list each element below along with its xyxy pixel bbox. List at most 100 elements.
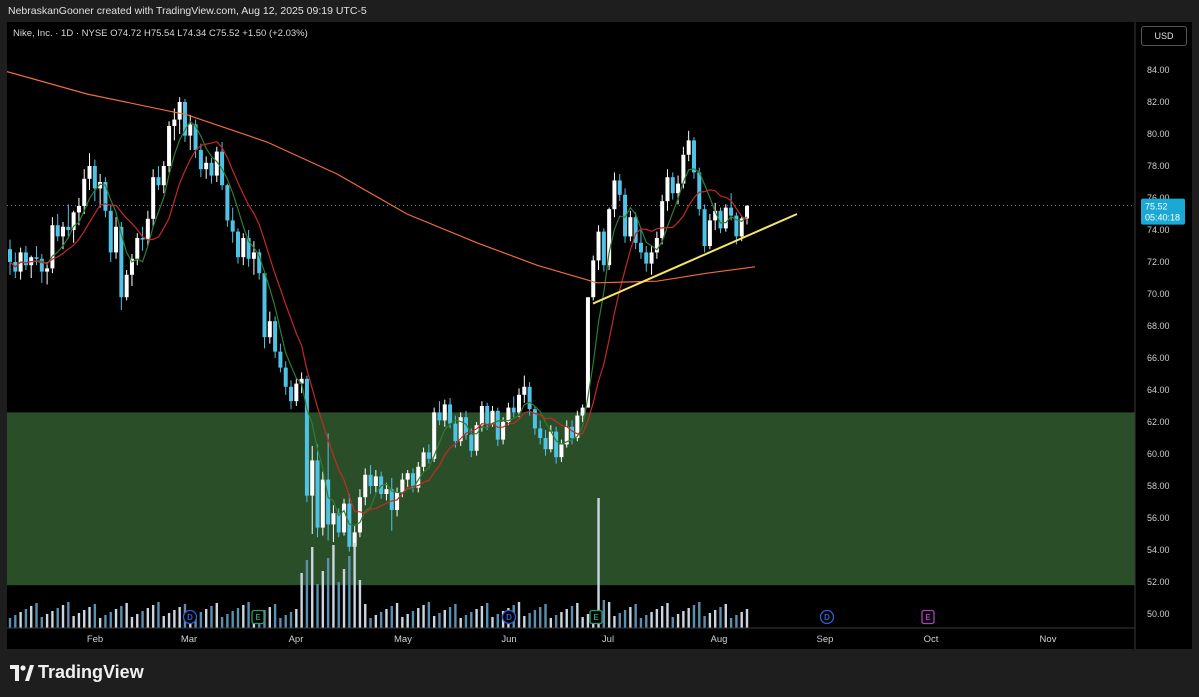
volume-bar [61,605,65,628]
volume-bar [125,603,128,628]
volume-bar [687,608,690,628]
candle-body [34,257,39,259]
candle-body [55,225,60,237]
chart-frame: 50.00 52.00 54.00 56.00 58.00 60.00 62.00 64.00… [7,22,1192,649]
time-tick-label: Feb [87,634,103,645]
volume-bar [220,617,224,628]
candle-body [92,166,97,189]
candle-body [628,217,633,237]
price-tick-label: 54.00 [1147,545,1170,555]
volume-bar [698,602,701,628]
tradingview-brand: TradingView [38,662,144,682]
volume-bar [226,614,229,628]
candle-body [517,394,522,413]
price-tick-label: 68.00 [1147,321,1170,331]
volume-bar [289,612,293,628]
volume-bar [284,615,287,628]
price-tick-label: 56.00 [1147,513,1170,523]
price-tick-label: 70.00 [1147,289,1170,299]
volume-bar [618,613,621,628]
volume-bar [242,605,245,628]
high-key: H [143,28,151,39]
volume-bar [300,573,303,628]
volume-bar [379,612,383,628]
volume-bar [114,609,118,628]
candle-body [665,177,670,202]
candle-body [490,410,495,424]
volume-bar [210,606,213,628]
candle-body [204,162,209,170]
time-tick-label: Jun [501,634,516,645]
volume-bar [326,558,330,628]
candle-body [437,412,442,421]
time-tick-label: Apr [289,634,304,645]
candle-body [251,252,256,259]
volume-bar [735,615,738,628]
volume-bar [199,612,203,628]
volume-bar [332,545,335,628]
candle-body [729,207,734,216]
candle-body [373,476,378,486]
volume-bar [146,608,150,628]
candle-body [145,218,150,240]
candle-body [745,205,749,219]
volume-bar [586,614,590,628]
candle-body [617,180,622,195]
volume-bar [650,612,653,628]
volume-bar [247,602,250,628]
volume-bar [104,615,107,628]
candle-body [649,252,654,264]
candle-body [82,178,87,206]
candle-body [61,226,66,237]
high-value: 75.54 [150,28,175,39]
volume-bar [443,610,446,628]
candle-body [384,489,389,494]
volume-bar [136,614,139,628]
volume-bar [369,618,372,628]
volume-bar [141,611,144,628]
price-tick-label: 74.00 [1147,225,1170,235]
candle-body [448,404,453,424]
time-tick-label: Jul [602,634,614,645]
time-tick-label: Aug [711,634,728,645]
volume-bar [745,609,749,628]
volume-bar [639,618,643,628]
candle-body [310,460,315,496]
volume-bar [406,614,409,628]
candle-body [135,238,140,259]
candle-body [304,378,309,496]
volume-bar [162,616,165,628]
currency-button[interactable]: USD [1141,26,1187,46]
time-tick-label: Nov [1040,634,1057,645]
volume-bar [724,604,727,628]
volume-bar [358,580,362,628]
volume-bar [464,615,468,628]
volume-bar [660,606,664,628]
volume-bar [613,616,616,628]
candle-body [156,177,161,186]
candle-body [357,497,362,533]
candle-body [326,479,331,525]
price-tick-label: 62.00 [1147,417,1170,427]
candle-body [442,404,447,421]
volume-bar [83,610,86,628]
volume-bar [676,614,680,628]
volume-bar [35,603,38,628]
candle-body [209,162,214,176]
volume-bar [719,607,722,628]
volume-bar [549,618,553,628]
event-marker-label: D [824,613,830,622]
price-chart[interactable]: 50.00 52.00 54.00 56.00 58.00 60.00 62.00 64.00… [7,22,1192,649]
candle-body [479,406,484,426]
volume-bar [427,602,431,628]
candle-body [670,177,675,194]
ohlc-legend: Nike, Inc. · 1D · NYSE O74.72 H75.54 L74… [13,28,308,39]
volume-bar [634,604,637,628]
volume-bar [88,607,91,628]
candle-body [278,351,283,368]
candle-body [347,503,352,547]
candle-body [289,386,294,402]
volume-bar [316,584,319,628]
candle-body [188,124,193,136]
event-marker-label: E [255,613,261,622]
